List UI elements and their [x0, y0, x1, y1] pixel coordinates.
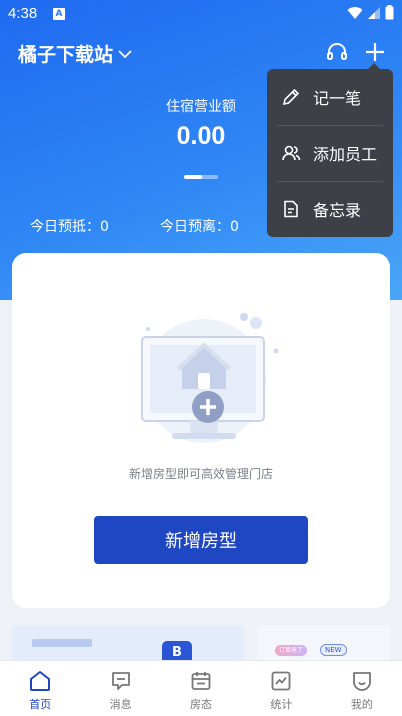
- page-indicator: [184, 175, 218, 179]
- menu-item-record[interactable]: 记一笔: [267, 69, 393, 125]
- notification-icon: A: [53, 8, 65, 20]
- today-checkout: 今日预离：0: [160, 216, 239, 236]
- empty-state-message: 新增房型即可高效管理门店: [128, 467, 273, 481]
- status-icons: [347, 5, 394, 20]
- signal-icon: [368, 6, 380, 19]
- add-popup-menu: 记一笔 添加员工 备忘录: [267, 63, 393, 237]
- tab-label: 房态: [190, 698, 213, 711]
- pencil-icon: [282, 88, 300, 106]
- menu-item-add-staff[interactable]: 添加员工: [267, 125, 393, 181]
- document-icon: [284, 200, 298, 218]
- store-name: 橘子下载站: [18, 44, 114, 66]
- tab-room-status[interactable]: 房态: [161, 661, 241, 716]
- promo-banner-left[interactable]: B: [12, 625, 244, 665]
- tab-label: 消息: [109, 698, 132, 711]
- message-icon: [111, 672, 130, 690]
- calendar-icon: [191, 672, 211, 690]
- bottom-tab-bar: 首页 消息 房态 统计 我的: [0, 660, 402, 716]
- tab-label: 我的: [350, 698, 373, 711]
- menu-item-label: 备忘录: [313, 201, 362, 220]
- tab-messages[interactable]: 消息: [80, 661, 160, 716]
- wifi-icon: [347, 6, 363, 19]
- chart-icon: [272, 671, 291, 691]
- profile-icon: [352, 672, 371, 691]
- tab-label: 首页: [29, 698, 52, 711]
- tab-profile[interactable]: 我的: [322, 661, 402, 716]
- status-time: 4:38: [8, 5, 38, 22]
- empty-state-card: 新增房型即可高效管理门店 新增房型: [12, 253, 390, 608]
- headset-icon[interactable]: [325, 40, 349, 64]
- battery-icon: [385, 5, 394, 20]
- menu-item-memo[interactable]: 备忘录: [267, 181, 393, 237]
- banner-order-tag: 订单来了: [275, 645, 308, 656]
- empty-house-illustration: [141, 313, 279, 443]
- tab-home[interactable]: 首页: [0, 661, 80, 716]
- chevron-down-icon: [118, 49, 132, 58]
- today-checkin: 今日预抵：0: [30, 216, 109, 236]
- page-indicator-active: [184, 175, 202, 179]
- today-checkout-label: 今日预离：: [160, 219, 230, 235]
- today-checkin-value: 0: [100, 219, 109, 235]
- store-selector[interactable]: 橘子下载站: [18, 40, 133, 67]
- home-icon: [30, 671, 51, 691]
- banner-new-badge: NEW: [320, 644, 347, 656]
- today-checkin-label: 今日预抵：: [30, 219, 100, 235]
- top-header: 橘子下载站: [0, 30, 402, 74]
- tab-label: 统计: [270, 698, 293, 711]
- promo-banner-right[interactable]: 订单来了 NEW: [257, 625, 390, 665]
- status-bar: 4:38 A: [0, 0, 402, 28]
- add-room-type-button[interactable]: 新增房型: [94, 516, 308, 564]
- plus-icon[interactable]: [363, 40, 387, 64]
- banner-decoration: [32, 639, 92, 647]
- tab-statistics[interactable]: 统计: [241, 661, 321, 716]
- menu-item-label: 记一笔: [313, 89, 362, 108]
- today-checkout-value: 0: [230, 219, 239, 235]
- users-icon: [282, 145, 301, 161]
- menu-item-label: 添加员工: [313, 145, 378, 164]
